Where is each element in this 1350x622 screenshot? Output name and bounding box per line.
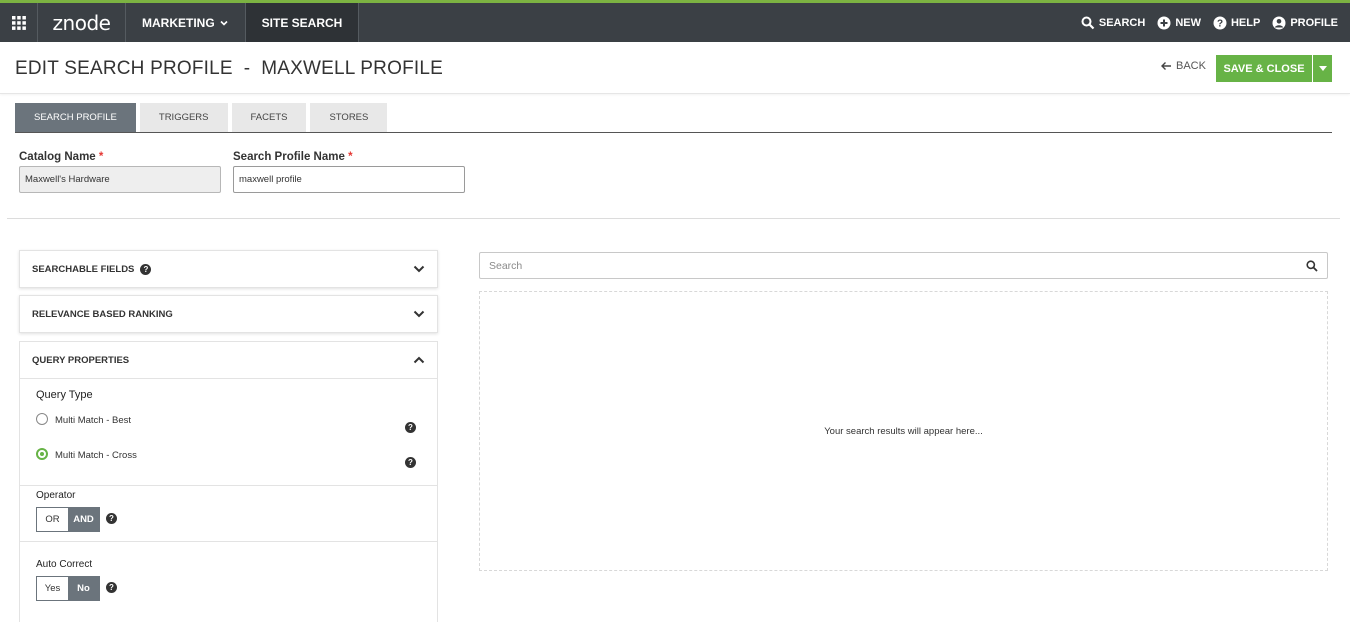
back-label: BACK [1176, 60, 1206, 72]
tab-facets[interactable]: FACETS [231, 103, 307, 132]
relevance-ranking-panel: RELEVANCE BASED RANKING [19, 295, 438, 333]
profile-tabs: SEARCH PROFILE TRIGGERS FACETS STORES [15, 103, 388, 132]
nav-profile-label: PROFILE [1290, 16, 1338, 29]
results-empty-text: Your search results will appear here... [824, 425, 983, 437]
radio-multi-match-cross[interactable] [36, 448, 48, 460]
znode-logo[interactable]: znode [38, 3, 126, 42]
apps-grid-button[interactable] [0, 3, 38, 42]
query-properties-panel: QUERY PROPERTIES [19, 341, 438, 379]
nav-marketing-label: MARKETING [142, 15, 215, 30]
query-type-label: Query Type [36, 389, 93, 401]
search-icon [1081, 16, 1095, 29]
back-button[interactable]: BACK [1160, 60, 1206, 72]
auto-correct-toggle: Yes No [36, 576, 100, 601]
nav-marketing[interactable]: MARKETING [126, 3, 246, 42]
search-results-area: Your search results will appear here... [479, 291, 1328, 571]
auto-correct-no-option[interactable]: No [68, 577, 99, 600]
nav-help-button[interactable]: ? HELP [1213, 16, 1260, 30]
help-circle-icon: ? [1213, 16, 1227, 29]
plus-circle-icon [1157, 16, 1171, 29]
query-properties-header[interactable]: QUERY PROPERTIES [20, 342, 437, 378]
section-divider [7, 218, 1340, 219]
query-properties-title: QUERY PROPERTIES [32, 354, 130, 366]
search-profile-name-field[interactable]: maxwell profile [233, 166, 465, 193]
tab-underline [15, 132, 1332, 133]
chevron-down-icon [220, 20, 228, 26]
operator-toggle: OR AND [36, 507, 100, 532]
catalog-name-field: Maxwell's Hardware [19, 166, 221, 193]
grid-icon [11, 15, 26, 30]
operator-and-option[interactable]: AND [68, 508, 99, 531]
tab-search-profile[interactable]: SEARCH PROFILE [15, 103, 136, 132]
search-profile-name-label: Search Profile Name * [233, 151, 353, 163]
tab-stores[interactable]: STORES [310, 103, 388, 132]
radio-multi-match-best-label[interactable]: Multi Match - Best [55, 415, 131, 426]
searchable-fields-panel: SEARCHABLE FIELDS ? [19, 250, 438, 288]
caret-down-icon [1318, 65, 1327, 71]
help-icon[interactable]: ? [405, 457, 416, 468]
nav-site-search[interactable]: SITE SEARCH [245, 3, 360, 42]
nav-help-label: HELP [1230, 16, 1261, 29]
nav-site-search-label: SITE SEARCH [261, 15, 343, 30]
auto-correct-label: Auto Correct [36, 559, 93, 570]
relevance-ranking-title: RELEVANCE BASED RANKING [32, 308, 173, 320]
help-icon[interactable]: ? [405, 422, 416, 433]
chevron-down-icon [413, 310, 425, 318]
chevron-up-icon [413, 356, 425, 364]
search-icon[interactable] [1306, 259, 1318, 272]
save-and-close-button[interactable]: SAVE & CLOSE [1216, 55, 1312, 82]
help-icon[interactable]: ? [106, 582, 117, 593]
nav-search-button[interactable]: SEARCH [1081, 16, 1145, 30]
help-icon[interactable]: ? [106, 513, 117, 524]
nav-right-actions: SEARCH NEW ? HELP PROFILE [1069, 3, 1350, 42]
operator-or-option[interactable]: OR [37, 508, 68, 531]
user-circle-icon [1272, 16, 1286, 29]
auto-correct-yes-option[interactable]: Yes [37, 577, 68, 600]
nav-profile-button[interactable]: PROFILE [1272, 16, 1338, 30]
required-marker: * [98, 151, 104, 163]
chevron-down-icon [413, 265, 425, 273]
save-options-dropdown[interactable] [1313, 55, 1332, 82]
nav-search-label: SEARCH [1098, 16, 1146, 29]
searchable-fields-title: SEARCHABLE FIELDS [32, 263, 135, 275]
search-profile-name-label-text: Search Profile Name [233, 151, 345, 163]
arrow-left-icon [1161, 62, 1171, 70]
nav-new-label: NEW [1175, 16, 1201, 29]
catalog-name-label: Catalog Name * [19, 151, 103, 163]
page-header: EDIT SEARCH PROFILE - MAXWELL PROFILE BA… [0, 42, 1350, 94]
searchable-fields-header[interactable]: SEARCHABLE FIELDS ? [20, 251, 437, 287]
search-input[interactable]: Search [479, 252, 1328, 279]
radio-multi-match-cross-label[interactable]: Multi Match - Cross [55, 450, 137, 461]
catalog-name-label-text: Catalog Name [19, 151, 96, 163]
operator-label: Operator [36, 490, 76, 501]
search-placeholder: Search [489, 259, 523, 272]
relevance-ranking-header[interactable]: RELEVANCE BASED RANKING [20, 296, 437, 332]
page-title: EDIT SEARCH PROFILE - MAXWELL PROFILE [15, 58, 443, 79]
help-icon[interactable]: ? [140, 263, 152, 275]
radio-multi-match-best[interactable] [36, 413, 48, 425]
svg-text:?: ? [1217, 18, 1223, 29]
tab-triggers[interactable]: TRIGGERS [139, 103, 228, 132]
top-navbar: znode MARKETING SITE SEARCH SEARCH NEW ?… [0, 0, 1350, 42]
nav-new-button[interactable]: NEW [1157, 16, 1201, 30]
required-marker: * [348, 151, 353, 163]
